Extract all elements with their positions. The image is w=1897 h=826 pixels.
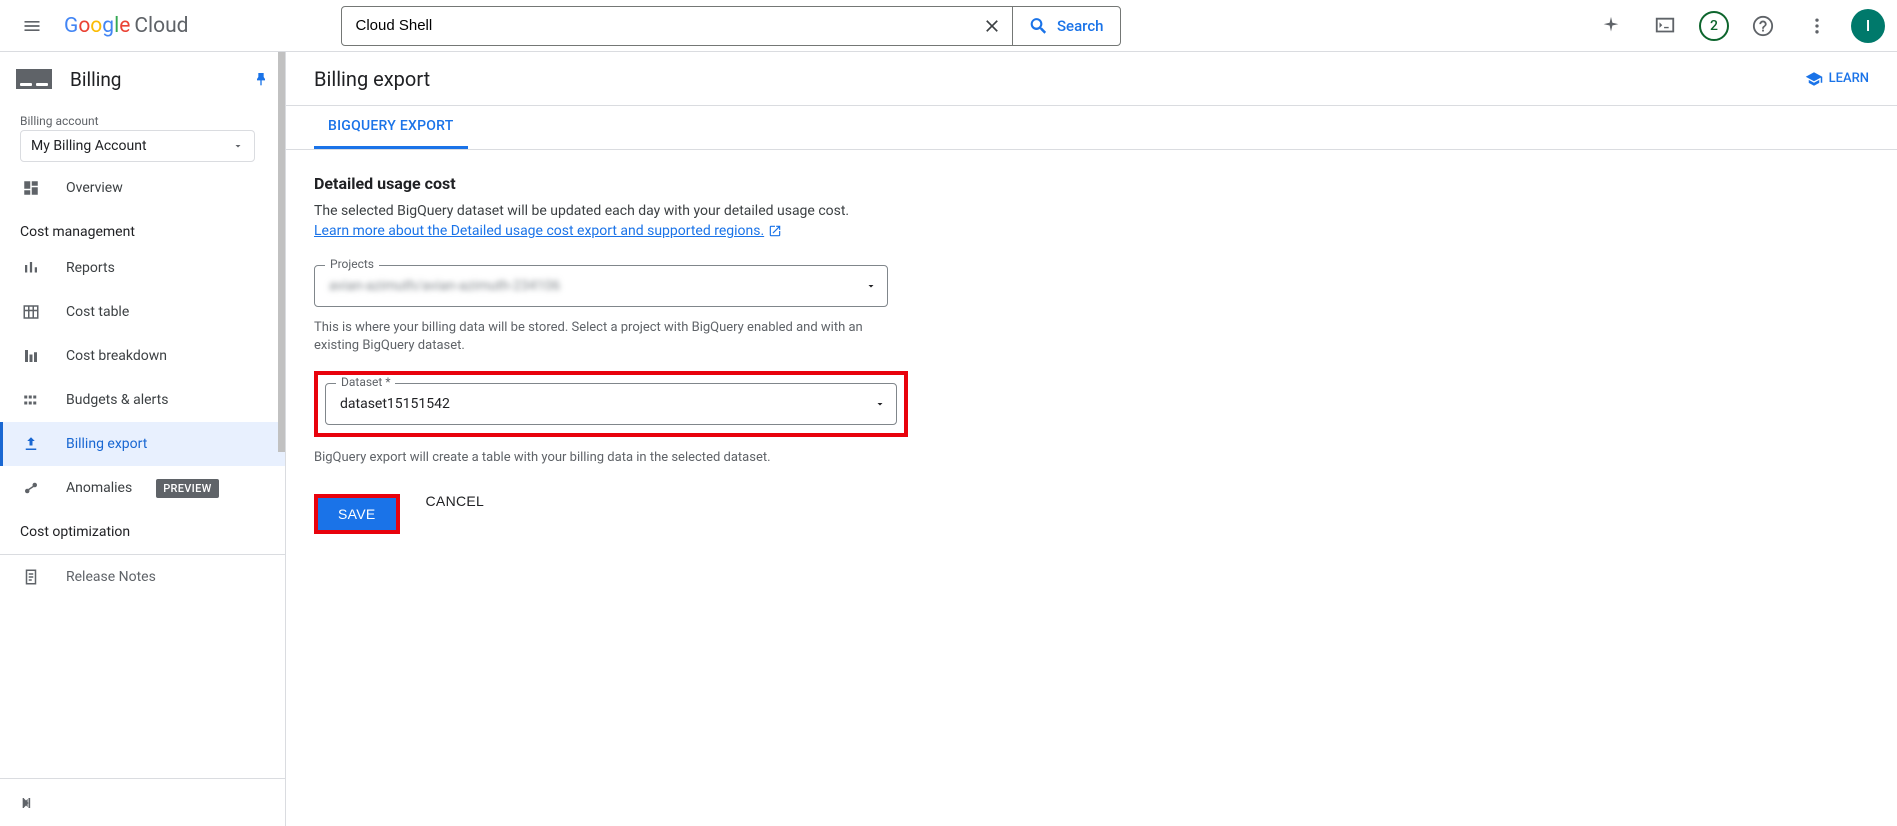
projects-select[interactable]: avian-azimuth/avian-azimuth-234106 — [314, 265, 888, 307]
chevron-down-icon — [232, 140, 244, 152]
sidebar-title: Billing — [70, 68, 235, 91]
topbar: Google Cloud Search 2 I — [0, 0, 1897, 52]
learn-button[interactable]: LEARN — [1805, 70, 1869, 88]
sidebar-item-billing-export[interactable]: Billing export — [0, 422, 285, 466]
main-header: Billing export LEARN — [286, 52, 1897, 106]
terminal-icon — [1654, 15, 1676, 37]
google-cloud-logo[interactable]: Google Cloud — [64, 14, 189, 38]
dataset-helper: BigQuery export will create a table with… — [314, 449, 894, 467]
sidebar-item-overview[interactable]: Overview — [0, 166, 285, 210]
chevron-down-icon — [874, 398, 886, 410]
upload-icon — [22, 435, 40, 453]
sidebar-item-budgets[interactable]: Budgets & alerts — [0, 378, 285, 422]
gemini-button[interactable] — [1591, 6, 1631, 46]
more-options-button[interactable] — [1797, 6, 1837, 46]
table-icon — [22, 303, 40, 321]
open-in-new-icon — [768, 224, 782, 238]
bar-chart-icon — [22, 259, 40, 277]
breakdown-icon — [22, 347, 40, 365]
dataset-highlight: Dataset * dataset15151542 — [314, 371, 908, 437]
menu-icon — [22, 16, 42, 36]
search-button[interactable]: Search — [1013, 16, 1120, 36]
collapse-sidebar-button[interactable] — [0, 778, 285, 826]
anomaly-icon — [22, 479, 40, 497]
save-highlight: SAVE — [314, 494, 400, 534]
page-title: Billing export — [314, 67, 430, 91]
notes-icon — [22, 568, 40, 586]
sidebar-item-anomalies[interactable]: Anomalies PREVIEW — [0, 466, 285, 510]
sidebar: Billing Billing account My Billing Accou… — [0, 52, 286, 826]
help-icon — [1752, 15, 1774, 37]
learn-more-link[interactable]: Learn more about the Detailed usage cost… — [314, 223, 782, 239]
close-icon — [982, 16, 1002, 36]
billing-icon — [16, 69, 52, 89]
dataset-label: Dataset * — [336, 375, 395, 389]
learn-icon — [1805, 70, 1823, 88]
section-desc: The selected BigQuery dataset will be up… — [314, 203, 1178, 219]
search-icon — [1029, 16, 1049, 36]
main-content: Billing export LEARN BIGQUERY EXPORT Det… — [286, 52, 1897, 826]
tabs: BIGQUERY EXPORT — [286, 106, 1897, 150]
account-avatar[interactable]: I — [1851, 9, 1885, 43]
sidebar-header: Billing — [0, 52, 285, 106]
sidebar-item-reports[interactable]: Reports — [0, 246, 285, 290]
sidebar-item-cost-breakdown[interactable]: Cost breakdown — [0, 334, 285, 378]
chevron-down-icon — [865, 280, 877, 292]
sparkle-icon — [1600, 15, 1622, 37]
projects-label: Projects — [325, 257, 379, 271]
chevron-left-icon — [16, 793, 36, 813]
billing-account-select[interactable]: My Billing Account — [20, 130, 255, 162]
section-title: Detailed usage cost — [314, 174, 1178, 193]
notifications-button[interactable]: 2 — [1699, 11, 1729, 41]
scrollbar[interactable] — [278, 52, 285, 452]
dashboard-icon — [22, 179, 40, 197]
projects-field: Projects avian-azimuth/avian-azimuth-234… — [314, 265, 1178, 307]
projects-helper: This is where your billing data will be … — [314, 319, 894, 355]
pin-icon — [253, 71, 269, 87]
preview-chip: PREVIEW — [156, 479, 218, 498]
navigation-menu-button[interactable] — [12, 6, 52, 46]
pin-button[interactable] — [253, 71, 269, 87]
search-input[interactable] — [342, 17, 972, 34]
search-box: Search — [341, 6, 1121, 46]
cancel-button[interactable]: CANCEL — [426, 493, 485, 509]
tab-bigquery-export[interactable]: BIGQUERY EXPORT — [314, 106, 468, 149]
sidebar-item-release-notes[interactable]: Release Notes — [0, 555, 285, 599]
topbar-right-actions: 2 I — [1591, 6, 1885, 46]
dataset-field: Dataset * dataset15151542 — [325, 383, 897, 425]
help-button[interactable] — [1743, 6, 1783, 46]
cost-management-group: Cost management — [0, 210, 285, 246]
more-vert-icon — [1807, 16, 1827, 36]
search-clear-button[interactable] — [972, 16, 1012, 36]
sidebar-item-cost-table[interactable]: Cost table — [0, 290, 285, 334]
cost-optimization-group: Cost optimization — [0, 510, 285, 546]
dataset-select[interactable]: dataset15151542 — [325, 383, 897, 425]
billing-account-label: Billing account — [20, 114, 265, 128]
budgets-icon — [22, 391, 40, 409]
save-button[interactable]: SAVE — [318, 498, 396, 530]
cloud-shell-button[interactable] — [1645, 6, 1685, 46]
